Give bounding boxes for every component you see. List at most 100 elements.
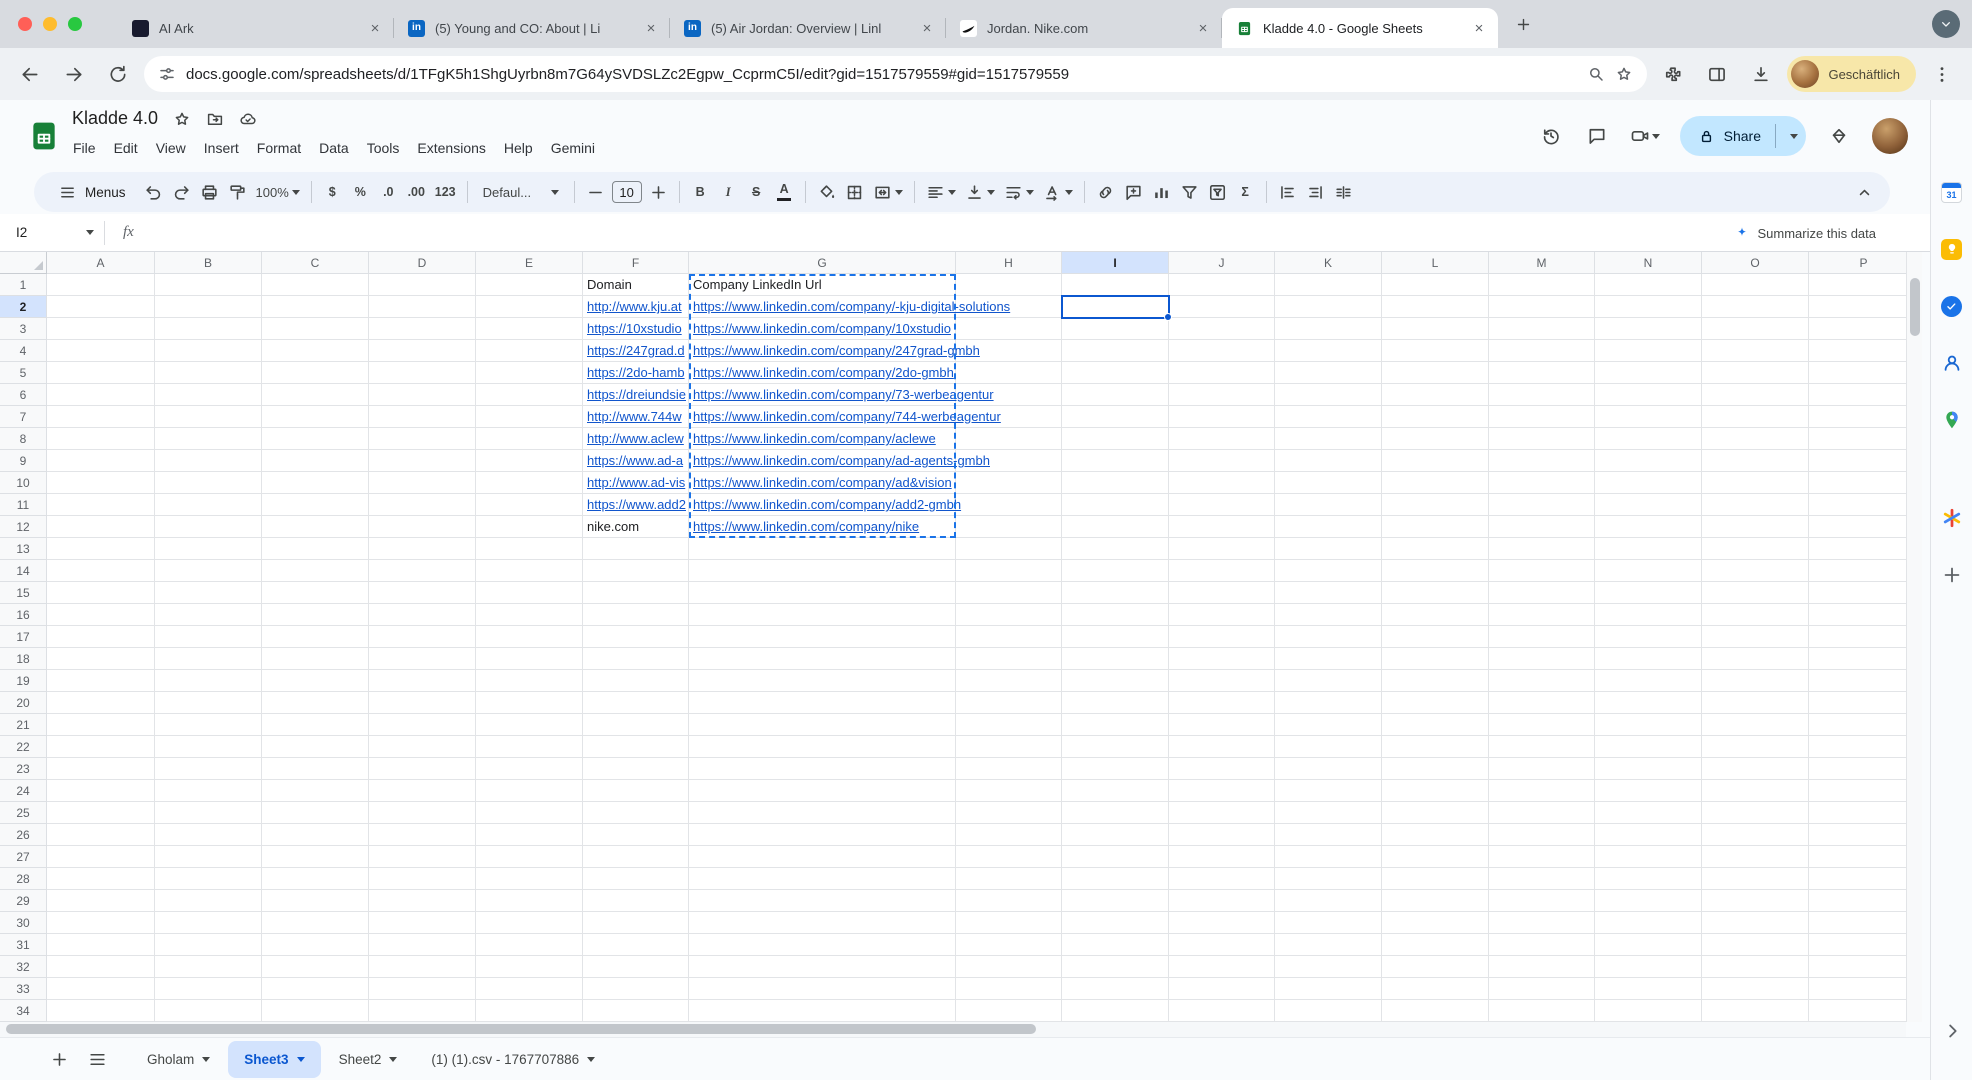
cell-L15[interactable]: [1382, 582, 1489, 604]
row-header-26[interactable]: 26: [0, 824, 47, 846]
cell-P9[interactable]: [1809, 450, 1906, 472]
cell-P14[interactable]: [1809, 560, 1906, 582]
cell-D25[interactable]: [369, 802, 476, 824]
cell-O34[interactable]: [1702, 1000, 1809, 1022]
cell-D2[interactable]: [369, 296, 476, 318]
forward-button[interactable]: [56, 56, 92, 92]
cell-B29[interactable]: [155, 890, 262, 912]
row-header-24[interactable]: 24: [0, 780, 47, 802]
cell-O23[interactable]: [1702, 758, 1809, 780]
minimize-window-button[interactable]: [43, 17, 57, 31]
cell-M15[interactable]: [1489, 582, 1595, 604]
cell-K22[interactable]: [1275, 736, 1382, 758]
cell-B14[interactable]: [155, 560, 262, 582]
cell-J12[interactable]: [1169, 516, 1275, 538]
cell-G8[interactable]: https://www.linkedin.com/company/aclewe: [689, 428, 956, 450]
cell-F2[interactable]: http://www.kju.at: [583, 296, 689, 318]
cell-I34[interactable]: [1062, 1000, 1169, 1022]
cell-N24[interactable]: [1595, 780, 1702, 802]
cell-E25[interactable]: [476, 802, 583, 824]
cell-D22[interactable]: [369, 736, 476, 758]
cell-M21[interactable]: [1489, 714, 1595, 736]
cell-H23[interactable]: [956, 758, 1062, 780]
vertical-scrollbar-thumb[interactable]: [1910, 278, 1920, 336]
cell-C10[interactable]: [262, 472, 369, 494]
cell-E32[interactable]: [476, 956, 583, 978]
cell-G23[interactable]: [689, 758, 956, 780]
cell-N4[interactable]: [1595, 340, 1702, 362]
cell-G17[interactable]: [689, 626, 956, 648]
cell-O28[interactable]: [1702, 868, 1809, 890]
cell-H11[interactable]: [956, 494, 1062, 516]
cell-J32[interactable]: [1169, 956, 1275, 978]
row-header-13[interactable]: 13: [0, 538, 47, 560]
cell-J10[interactable]: [1169, 472, 1275, 494]
cell-G19[interactable]: [689, 670, 956, 692]
name-box[interactable]: I2: [0, 214, 104, 251]
cell-D17[interactable]: [369, 626, 476, 648]
cell-F11[interactable]: https://www.add2: [583, 494, 689, 516]
cell-D33[interactable]: [369, 978, 476, 1000]
cell-J4[interactable]: [1169, 340, 1275, 362]
star-document-icon[interactable]: [173, 110, 191, 128]
cell-C31[interactable]: [262, 934, 369, 956]
cell-K29[interactable]: [1275, 890, 1382, 912]
cell-G13[interactable]: [689, 538, 956, 560]
cell-H31[interactable]: [956, 934, 1062, 956]
italic-button[interactable]: I: [715, 178, 742, 206]
cell-E12[interactable]: [476, 516, 583, 538]
cell-J19[interactable]: [1169, 670, 1275, 692]
cell-P22[interactable]: [1809, 736, 1906, 758]
cell-K19[interactable]: [1275, 670, 1382, 692]
menu-data[interactable]: Data: [310, 136, 358, 160]
cell-M26[interactable]: [1489, 824, 1595, 846]
row-header-33[interactable]: 33: [0, 978, 47, 1000]
cell-J28[interactable]: [1169, 868, 1275, 890]
cell-I4[interactable]: [1062, 340, 1169, 362]
cell-H27[interactable]: [956, 846, 1062, 868]
cell-P23[interactable]: [1809, 758, 1906, 780]
cell-E19[interactable]: [476, 670, 583, 692]
cell-J1[interactable]: [1169, 274, 1275, 296]
column-header-K[interactable]: K: [1275, 252, 1382, 274]
cell-M24[interactable]: [1489, 780, 1595, 802]
cell-D24[interactable]: [369, 780, 476, 802]
cell-E33[interactable]: [476, 978, 583, 1000]
cell-F18[interactable]: [583, 648, 689, 670]
cell-N12[interactable]: [1595, 516, 1702, 538]
cell-D21[interactable]: [369, 714, 476, 736]
browser-profile-chip[interactable]: Geschäftlich: [1787, 56, 1916, 92]
cell-C1[interactable]: [262, 274, 369, 296]
cell-C27[interactable]: [262, 846, 369, 868]
functions-button[interactable]: Σ: [1232, 178, 1259, 206]
cell-N14[interactable]: [1595, 560, 1702, 582]
cell-E17[interactable]: [476, 626, 583, 648]
cell-A29[interactable]: [47, 890, 155, 912]
cell-P2[interactable]: [1809, 296, 1906, 318]
strikethrough-button[interactable]: S: [743, 178, 770, 206]
cell-P26[interactable]: [1809, 824, 1906, 846]
cell-N17[interactable]: [1595, 626, 1702, 648]
column-header-P[interactable]: P: [1809, 252, 1906, 274]
cell-E27[interactable]: [476, 846, 583, 868]
cell-H2[interactable]: [956, 296, 1062, 318]
cell-A23[interactable]: [47, 758, 155, 780]
cell-E3[interactable]: [476, 318, 583, 340]
cell-F32[interactable]: [583, 956, 689, 978]
cell-F22[interactable]: [583, 736, 689, 758]
cell-H10[interactable]: [956, 472, 1062, 494]
cell-B24[interactable]: [155, 780, 262, 802]
cell-C28[interactable]: [262, 868, 369, 890]
cell-I15[interactable]: [1062, 582, 1169, 604]
cell-L26[interactable]: [1382, 824, 1489, 846]
cell-P5[interactable]: [1809, 362, 1906, 384]
paint-format-button[interactable]: [224, 178, 251, 206]
chevron-down-icon[interactable]: [587, 1057, 595, 1062]
cell-B25[interactable]: [155, 802, 262, 824]
cell-J2[interactable]: [1169, 296, 1275, 318]
column-header-N[interactable]: N: [1595, 252, 1702, 274]
cell-H16[interactable]: [956, 604, 1062, 626]
cell-B17[interactable]: [155, 626, 262, 648]
cell-M30[interactable]: [1489, 912, 1595, 934]
cell-O18[interactable]: [1702, 648, 1809, 670]
